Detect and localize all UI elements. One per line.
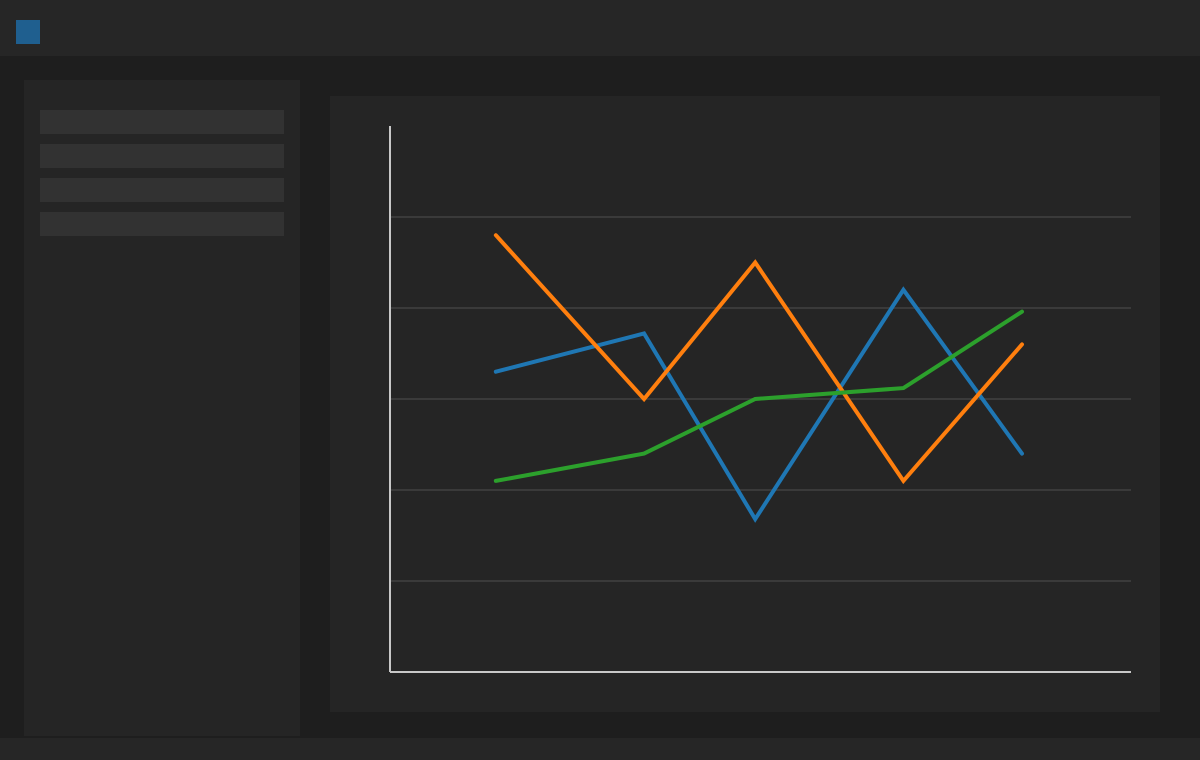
sidebar-item-4[interactable] <box>40 212 284 236</box>
series-line-2 <box>493 233 1024 485</box>
sidebar-item-3[interactable] <box>40 178 284 202</box>
sidebar-item-1[interactable] <box>40 110 284 134</box>
chart-series <box>493 233 1024 523</box>
series-line-3 <box>493 309 1024 483</box>
sidebar <box>24 80 300 736</box>
status-bar <box>0 738 1200 760</box>
line-chart <box>389 126 1131 673</box>
sidebar-item-2[interactable] <box>40 144 284 168</box>
app-square-icon[interactable] <box>16 20 40 44</box>
title-bar <box>0 0 1200 56</box>
chart-panel <box>330 96 1160 712</box>
